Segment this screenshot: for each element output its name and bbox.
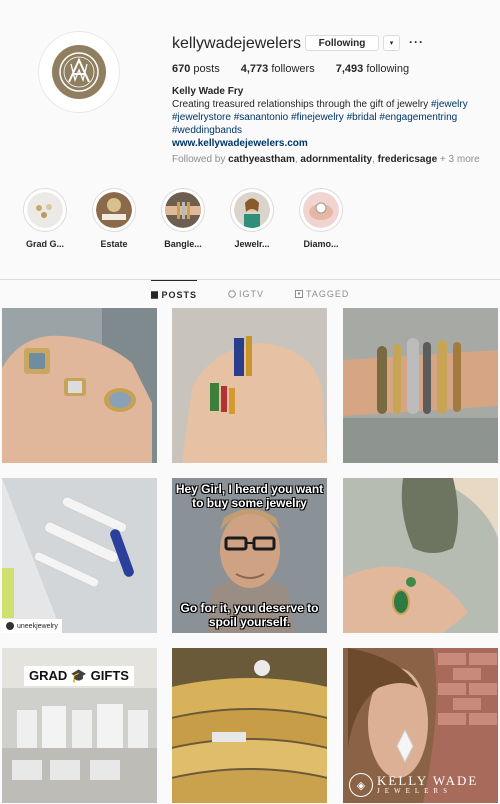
following-stat[interactable]: 7,493 following (336, 63, 409, 75)
post-image (172, 648, 327, 803)
profile-username: kellywadejewelers (172, 35, 301, 52)
highlight-ring (92, 188, 136, 232)
brand-subtitle: JEWELERS (377, 787, 452, 795)
kelly-wade-logo-icon (52, 45, 106, 99)
highlight-thumbnail (27, 192, 63, 228)
followers-count: 4,773 (240, 63, 269, 75)
highlight-label: Estate (100, 239, 128, 249)
hashtag-link[interactable]: #jewelry (431, 99, 468, 110)
follower-link[interactable]: adornmentality (300, 154, 372, 165)
highlight-estate[interactable]: Estate (91, 188, 137, 249)
brand-watermark: ◈ KELLY WADE JEWELERS (349, 773, 478, 797)
following-label: following (366, 63, 410, 75)
hashtag-link[interactable]: #weddingbands (172, 125, 242, 136)
repost-avatar-icon (6, 622, 14, 630)
profile-tabs: POSTS IGTV TAGGED (0, 280, 500, 308)
tag-icon (295, 290, 303, 298)
follower-link[interactable]: fredericsage (378, 154, 437, 165)
story-highlights: Grad G... Estate Bangle... Jewelr... Dia… (22, 188, 367, 249)
post-image (343, 308, 498, 463)
following-button[interactable]: Following (305, 35, 379, 51)
highlight-thumbnail (96, 192, 132, 228)
following-count: 7,493 (335, 63, 364, 75)
tab-tagged[interactable]: TAGGED (295, 280, 349, 308)
followers-label: followers (271, 63, 315, 75)
profile-full-name: Kelly Wade Fry (172, 86, 244, 97)
meme-bottom-text: Go for it, you deserve to spoil yourself… (180, 601, 319, 629)
post-thumbnail[interactable] (343, 478, 498, 633)
highlight-bangles[interactable]: Bangle... (160, 188, 206, 249)
highlight-ring (230, 188, 274, 232)
repost-username: uneekjewelry (17, 622, 58, 630)
brand-name: KELLY WADE (377, 773, 479, 788)
tab-label: POSTS (161, 289, 197, 300)
post-image (172, 308, 327, 463)
post-image (2, 308, 157, 463)
hashtag-link[interactable]: #engagementring (379, 112, 457, 123)
followed-by-text[interactable]: Followed by cathyeastham, adornmentality… (172, 154, 480, 165)
tab-posts[interactable]: POSTS (151, 280, 197, 308)
posts-label: posts (193, 63, 220, 75)
highlight-grad-gifts[interactable]: Grad G... (22, 188, 68, 249)
brand-logo-icon: ◈ (349, 773, 373, 797)
highlight-ring (299, 188, 343, 232)
post-thumbnail[interactable]: ◈ KELLY WADE JEWELERS (343, 648, 498, 803)
highlight-diamonds[interactable]: Diamo... (298, 188, 344, 249)
suggested-dropdown-button[interactable]: ▾ (383, 35, 400, 51)
highlight-label: Grad G... (25, 239, 64, 249)
more-options-icon[interactable]: ··· (409, 35, 424, 49)
highlight-label: Diamo... (303, 239, 339, 249)
hashtag-link[interactable]: #sanantonio (234, 112, 289, 123)
repost-badge[interactable]: uneekjewelry (2, 619, 62, 633)
post-image (343, 478, 498, 633)
followers-stat[interactable]: 4,773 followers (241, 63, 315, 75)
tab-label: TAGGED (306, 289, 350, 299)
post-thumbnail[interactable] (2, 308, 157, 463)
chevron-down-icon: ▾ (389, 40, 394, 47)
highlight-thumbnail (165, 192, 201, 228)
profile-header: kellywadejewelers Following ▾ ··· 670 po… (0, 0, 500, 165)
post-thumbnail[interactable]: Hey Girl, I heard you want to buy some j… (172, 478, 327, 633)
profile-stats: 670 posts 4,773 followers 7,493 followin… (172, 63, 430, 75)
post-thumbnail[interactable] (343, 308, 498, 463)
highlight-label: Jewelr... (234, 239, 270, 249)
post-image (2, 478, 157, 633)
grid-icon (151, 290, 159, 299)
bio-description: Creating treasured relationships through… (172, 99, 429, 110)
tab-igtv[interactable]: IGTV (228, 280, 264, 308)
grad-gifts-sign: GRAD 🎓 GIFTS (24, 666, 134, 686)
followed-by-prefix: Followed by (172, 154, 226, 165)
post-thumbnail[interactable] (172, 308, 327, 463)
hashtag-link[interactable]: #jewelrystore (172, 112, 231, 123)
followed-by-more[interactable]: + 3 more (440, 154, 480, 165)
highlight-ring (161, 188, 205, 232)
profile-avatar[interactable] (38, 31, 120, 113)
post-thumbnail[interactable]: uneekjewelry (2, 478, 157, 633)
highlight-thumbnail (234, 192, 270, 228)
tab-label: IGTV (239, 289, 265, 299)
igtv-icon (228, 290, 236, 298)
posts-count: 670 (172, 63, 191, 75)
posts-stat: 670 posts (172, 63, 220, 75)
profile-bio: Kelly Wade Fry Creating treasured relati… (172, 85, 492, 150)
highlight-thumbnail (303, 192, 339, 228)
follower-link[interactable]: cathyeastham (228, 154, 295, 165)
website-link[interactable]: www.kellywadejewelers.com (172, 137, 492, 150)
highlight-label: Bangle... (164, 239, 202, 249)
highlight-ring (23, 188, 67, 232)
hashtag-link[interactable]: #bridal (347, 112, 377, 123)
meme-top-text: Hey Girl, I heard you want to buy some j… (175, 482, 324, 510)
hashtag-link[interactable]: #finejewelry (291, 112, 344, 123)
post-thumbnail[interactable]: GRAD 🎓 GIFTS (2, 648, 157, 803)
bio-text: Creating treasured relationships through… (172, 98, 492, 137)
highlight-jewelry[interactable]: Jewelr... (229, 188, 275, 249)
post-thumbnail[interactable] (172, 648, 327, 803)
